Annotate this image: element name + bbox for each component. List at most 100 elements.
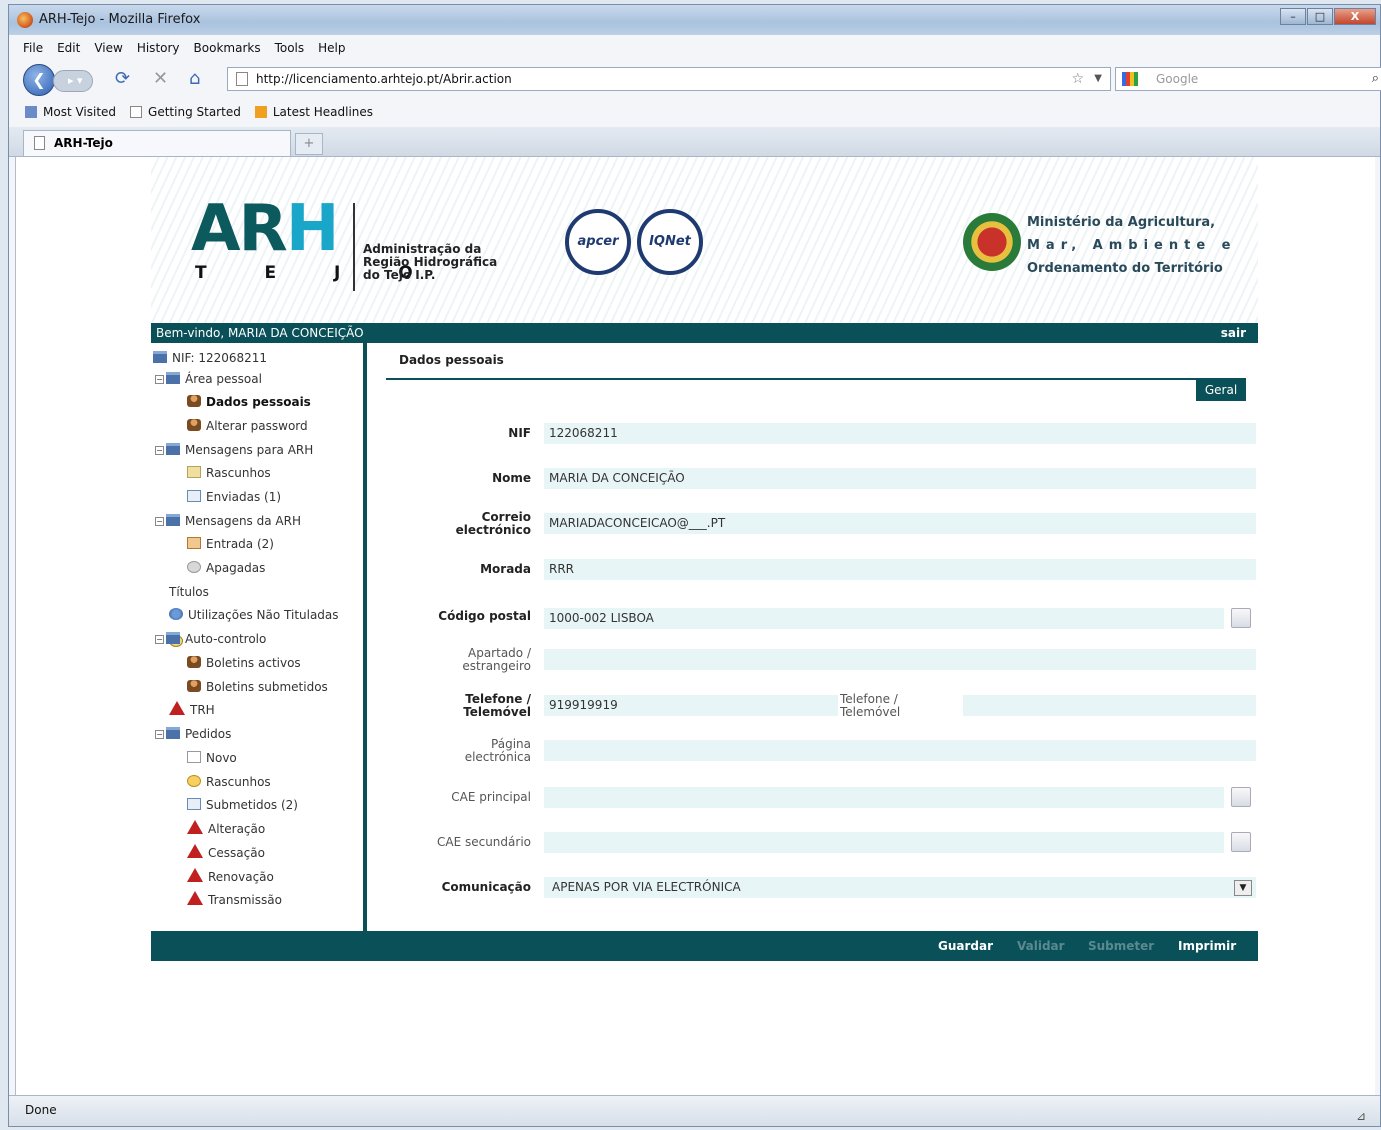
personal-data-panel: Dados pessoais Geral NIF 122068211 Nome … [386,343,1256,931]
tree-item-cessacao[interactable]: Cessação [187,844,265,862]
guardar-button[interactable]: Guardar [938,931,993,961]
search-input[interactable]: Google ⌕ [1115,67,1381,91]
tree-item-area-pessoal[interactable]: − Área pessoal [155,370,262,388]
tab-geral[interactable]: Geral [1196,380,1246,401]
tree-item-mensagens-para-arh[interactable]: − Mensagens para ARH [155,441,313,459]
back-button[interactable]: ❮ [23,64,55,96]
tree-item-renovacao[interactable]: Renovação [187,868,274,886]
tree-item-pedidos[interactable]: − Pedidos [155,725,231,743]
tree-item-dados-pessoais[interactable]: Dados pessoais [187,393,311,411]
ministry-line: Ministério da Agricultura, [1027,215,1216,230]
menu-history[interactable]: History [137,41,180,55]
menu-edit[interactable]: Edit [57,41,80,55]
bookmark-icon [25,106,37,118]
pagina-field[interactable] [544,740,1256,761]
chevron-down-icon[interactable]: ▼ [1094,68,1102,90]
tree-item-titulos[interactable]: Títulos [169,583,209,647]
tree-item-utilizacoes[interactable]: Utilizações Não Tituladas [169,606,339,624]
collapse-icon[interactable]: − [155,375,164,384]
morada-field[interactable]: RRR [544,559,1256,580]
page-content: ARH T E J O Administração da Região Hidr… [15,157,1375,1095]
tree-label: Rascunhos [206,466,271,480]
menu-bookmarks[interactable]: Bookmarks [194,41,261,55]
tree-label: Cessação [208,846,265,860]
page-icon [130,106,143,118]
bookmark-most-visited[interactable]: Most Visited [25,105,116,119]
tree-item-trh[interactable]: TRH [169,701,215,719]
submeter-button[interactable]: Submeter [1088,931,1154,961]
minimize-button[interactable]: – [1280,8,1306,25]
bookmark-getting-started[interactable]: Getting Started [130,105,241,119]
inbox-icon [187,537,201,549]
apartado-field[interactable] [544,649,1256,670]
bookmark-latest-headlines[interactable]: Latest Headlines [254,105,374,119]
tree-item-pedidos-rascunhos[interactable]: Rascunhos [187,773,271,791]
trash-icon [187,561,201,573]
google-icon[interactable] [1122,72,1138,86]
collapse-icon[interactable]: − [155,730,164,739]
address-bar[interactable]: http://licenciamento.arhtejo.pt/Abrir.ac… [227,67,1111,91]
folder-icon [166,372,180,384]
cae-secundario-field[interactable] [544,832,1224,853]
codigo-postal-lookup-button[interactable] [1231,608,1251,628]
nome-field[interactable]: MARIA DA CONCEIÇÃO [544,468,1256,489]
site: ARH T E J O Administração da Região Hidr… [151,157,1258,961]
tree-label: Submetidos (2) [206,798,298,812]
bookmark-label: Latest Headlines [272,105,374,119]
tree-item-transmissao[interactable]: Transmissão [187,891,282,909]
email-field[interactable]: MARIADACONCEICAO@___.PT [544,513,1256,534]
globe-icon [169,608,183,620]
imprimir-button[interactable]: Imprimir [1178,931,1236,961]
tab-arh-tejo[interactable]: ARH-Tejo [23,130,291,156]
collapse-icon[interactable]: − [155,446,164,455]
tree-item-apagadas[interactable]: Apagadas [187,559,265,577]
codigo-postal-field[interactable]: 1000-002 LISBOA [544,608,1224,629]
tree-item-nif[interactable]: NIF: 122068211 [153,349,267,367]
logout-link[interactable]: sair [1221,323,1246,343]
tree-item-novo[interactable]: Novo [187,749,237,767]
tree-item-auto-controlo[interactable]: − Auto-controlo [155,630,266,648]
telefone-label: Telefone / Telemóvel [386,693,531,719]
resize-grip-icon[interactable]: ⊿ [1356,1102,1366,1130]
tree-item-boletins-submetidos[interactable]: Boletins submetidos [187,678,328,696]
collapse-icon[interactable]: − [155,517,164,526]
validar-button[interactable]: Validar [1017,931,1065,961]
warning-icon [187,891,203,905]
user-icon [187,656,201,668]
tree-item-alteracao[interactable]: Alteração [187,820,265,838]
bookmark-star-icon[interactable]: ☆ [1071,68,1084,90]
comunicacao-select[interactable]: APENAS POR VIA ELECTRÓNICA [544,877,1256,898]
chevron-down-icon[interactable]: ▼ [1234,880,1252,896]
user-icon [187,395,201,407]
tree-item-alterar-password[interactable]: Alterar password [187,417,308,435]
cae-secundario-lookup-button[interactable] [1231,832,1251,852]
menu-help[interactable]: Help [318,41,345,55]
menu-file[interactable]: File [23,41,43,55]
new-tab-button[interactable]: + [295,133,323,155]
forward-button[interactable]: ▸ ▾ [53,70,93,92]
tree-item-enviadas[interactable]: Enviadas (1) [187,488,281,506]
nif-field[interactable]: 122068211 [544,423,1256,444]
apartado-label: Apartado / estrangeiro [386,647,531,673]
tree-item-entrada[interactable]: Entrada (2) [187,535,274,553]
stop-icon[interactable]: ✕ [153,68,168,89]
telefone2-field[interactable] [963,695,1256,716]
menu-tools[interactable]: Tools [275,41,305,55]
cae-principal-lookup-button[interactable] [1231,787,1251,807]
close-button[interactable]: X [1334,8,1376,25]
reload-icon[interactable]: ⟳ [115,68,130,89]
telefone-field[interactable]: 919919919 [544,695,838,716]
arh-logo: ARH [191,197,339,261]
tree-item-submetidos[interactable]: Submetidos (2) [187,796,298,814]
search-icon[interactable]: ⌕ [1372,68,1379,90]
cae-principal-field[interactable] [544,787,1224,808]
tree-item-rascunhos[interactable]: Rascunhos [187,464,271,482]
tree-item-mensagens-da-arh[interactable]: − Mensagens da ARH [155,512,301,530]
collapse-icon[interactable]: − [155,635,164,644]
label-line: estrangeiro [462,659,531,673]
maximize-button[interactable]: □ [1307,8,1333,25]
new-document-icon [187,751,201,763]
tree-item-boletins-activos[interactable]: Boletins activos [187,654,301,672]
home-icon[interactable]: ⌂ [189,68,200,89]
menu-view[interactable]: View [94,41,122,55]
